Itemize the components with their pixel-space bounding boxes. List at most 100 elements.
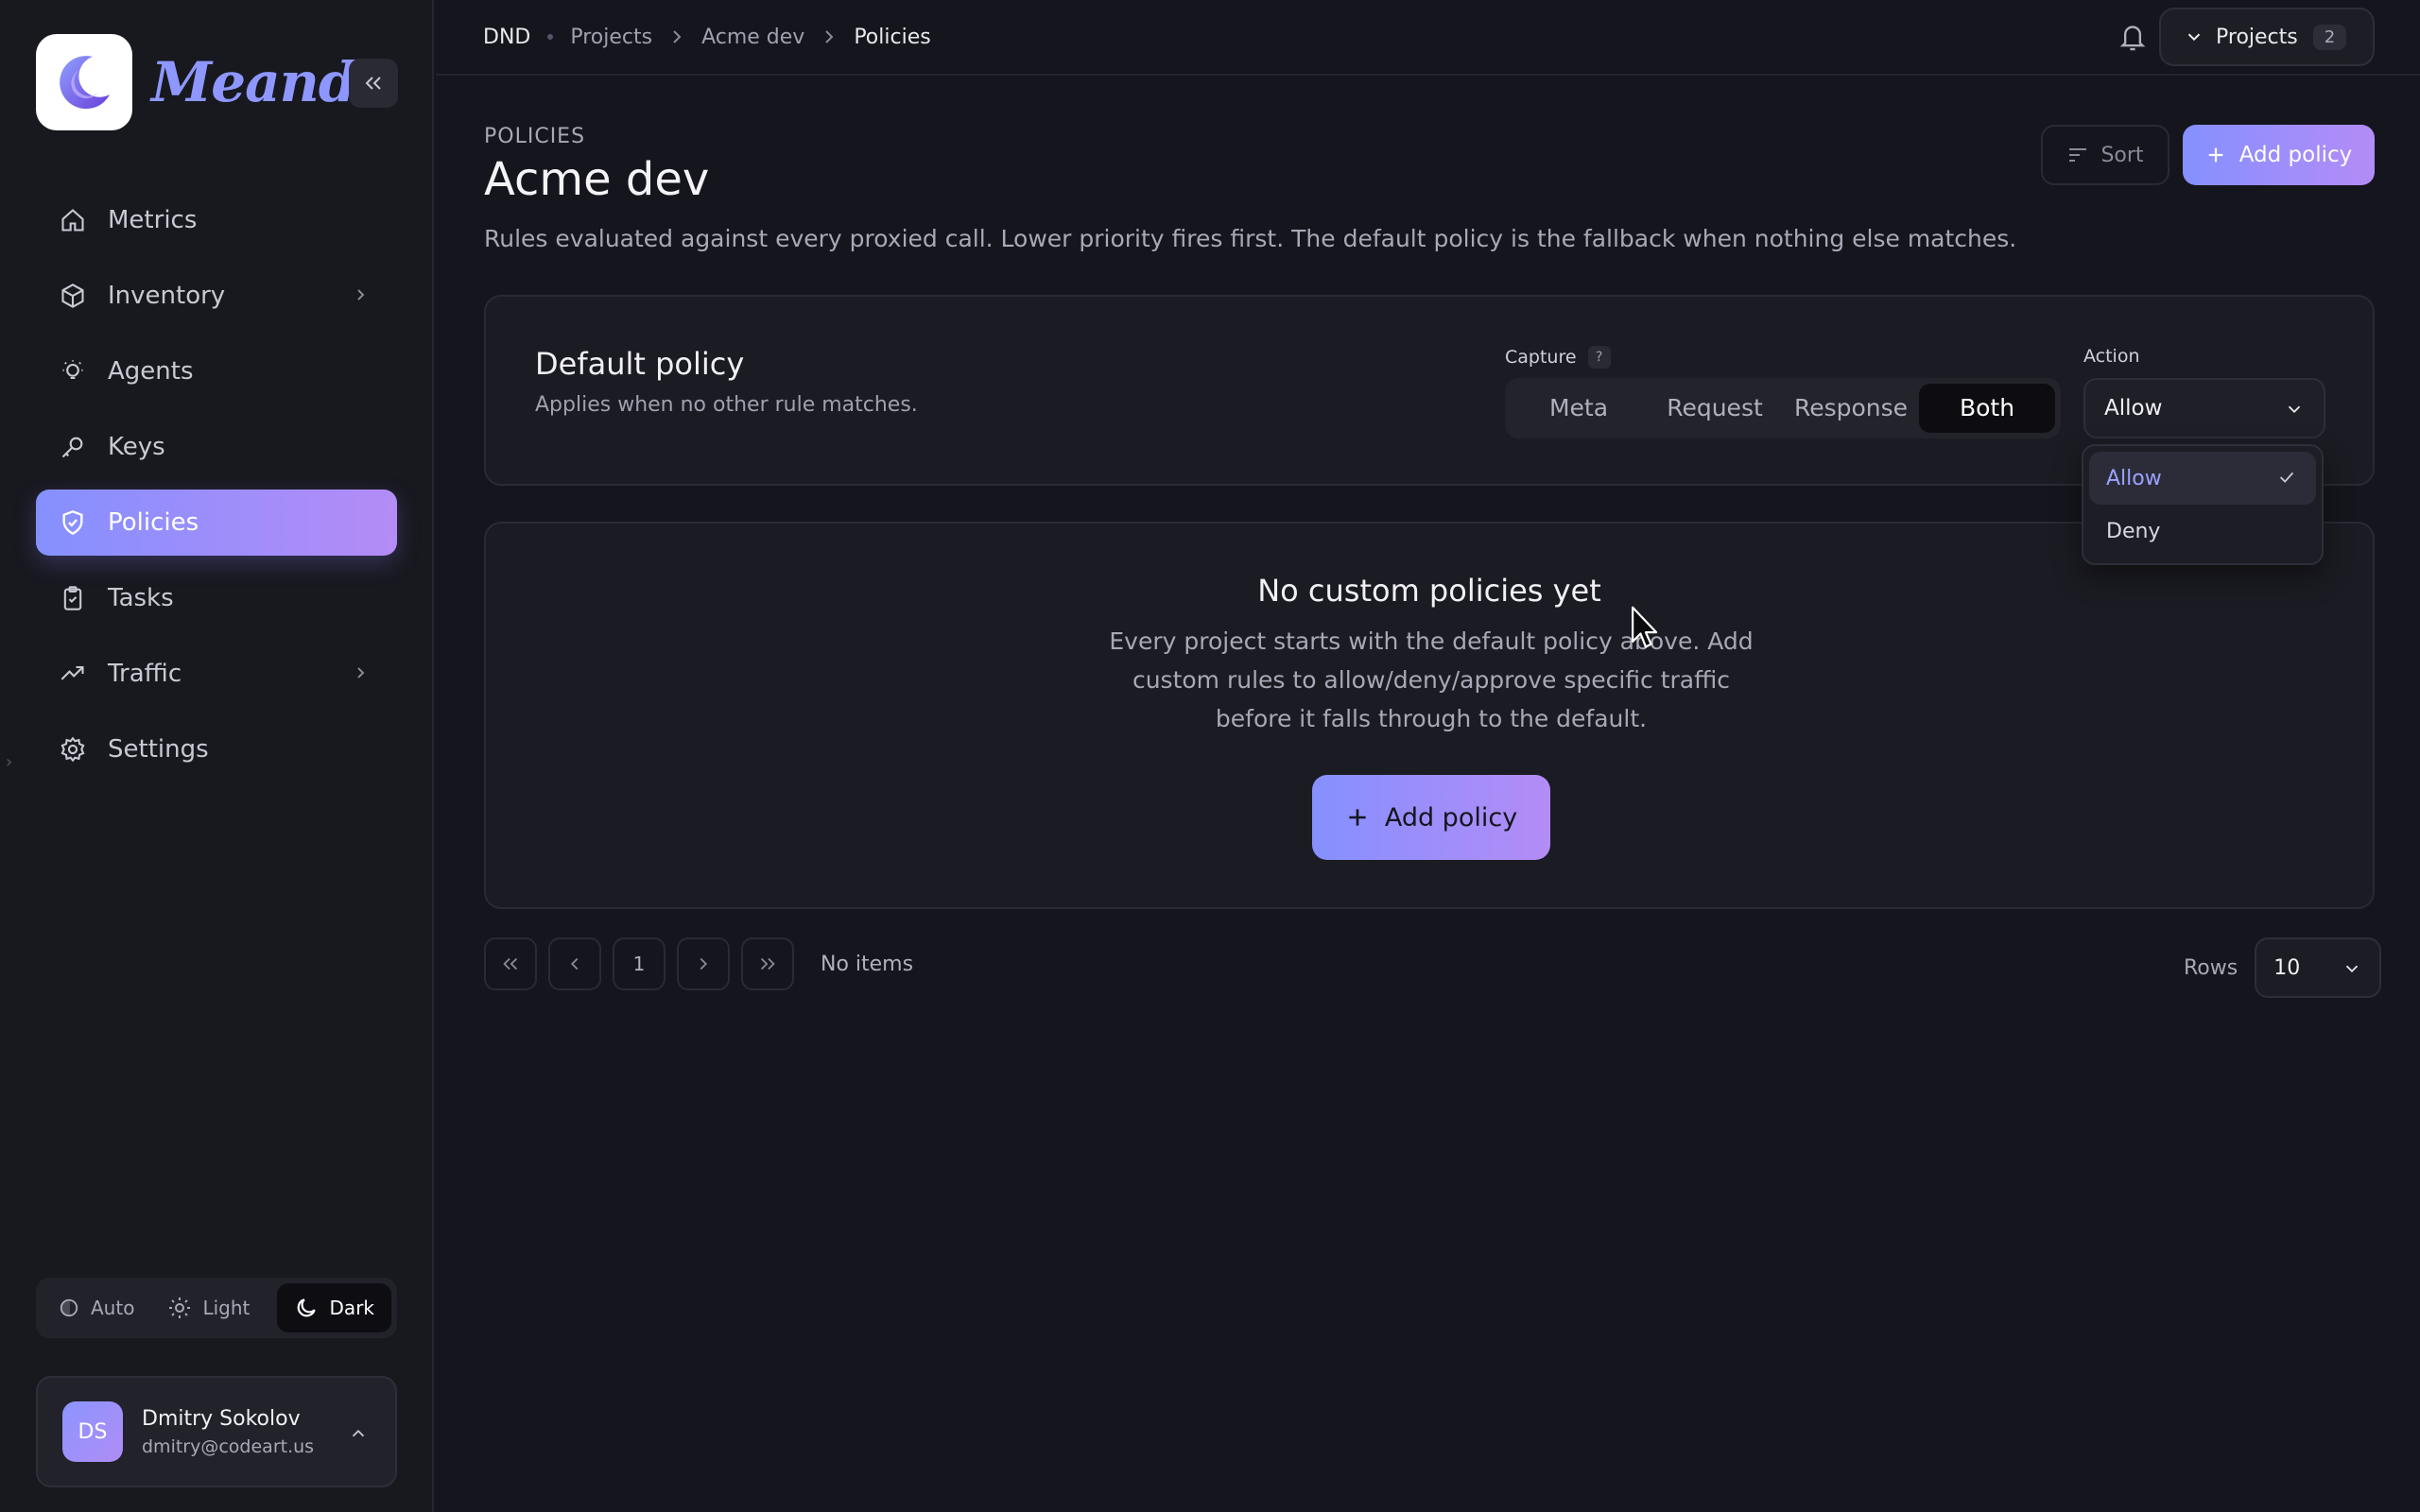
capture-label: Capture ? (1505, 346, 1611, 369)
bell-icon[interactable] (2118, 21, 2148, 57)
rows-per-page: Rows 10 (2184, 937, 2382, 998)
plus-icon (2208, 147, 2223, 163)
plus-icon (1349, 809, 1366, 826)
prev-page-button[interactable] (548, 937, 601, 990)
sidebar: Meandr Metrics Inventory Agents Keys Pol… (0, 0, 434, 1512)
user-name: Dmitry Sokolov (142, 1406, 301, 1431)
sidebar-item-metrics[interactable]: Metrics (36, 187, 397, 253)
page-title: Acme dev (484, 153, 710, 206)
page-description: Rules evaluated against every proxied ca… (484, 225, 2017, 252)
first-page-button[interactable] (484, 937, 537, 990)
sidebar-item-label: Inventory (108, 282, 226, 310)
capture-option-both[interactable]: Both (1919, 384, 2055, 433)
add-policy-label: Add policy (2238, 143, 2353, 167)
theme-switch: Auto Light Dark (36, 1278, 397, 1338)
page-number-button[interactable]: 1 (613, 937, 666, 990)
action-option-allow[interactable]: Allow (2089, 452, 2316, 505)
chevron-left-icon (570, 957, 579, 971)
sort-label: Sort (2100, 143, 2144, 167)
brand[interactable]: Meandr (36, 34, 385, 130)
add-policy-empty-button[interactable]: Add policy (1312, 775, 1550, 860)
pagination: 1 No items (484, 937, 913, 990)
theme-auto-label: Auto (91, 1297, 135, 1319)
breadcrumb: DND Projects Acme dev Policies (483, 26, 931, 49)
breadcrumb-policies: Policies (854, 25, 931, 49)
double-chevron-left-icon (503, 957, 518, 971)
sidebar-item-inventory[interactable]: Inventory (36, 263, 397, 329)
sidebar-item-agents[interactable]: Agents (36, 338, 397, 404)
projects-button-label: Projects (2216, 25, 2298, 49)
sort-button[interactable]: Sort (2041, 125, 2169, 185)
home-icon (59, 206, 87, 234)
key-icon (59, 433, 87, 461)
sort-icon (2069, 148, 2087, 162)
action-option-allow-label: Allow (2106, 466, 2162, 490)
gear-icon (59, 735, 87, 764)
action-option-deny[interactable]: Deny (2089, 505, 2316, 558)
topbar: DND Projects Acme dev Policies Projects … (436, 0, 2420, 76)
clipboard-check-icon (59, 584, 87, 612)
mouse-cursor-icon (1630, 605, 1662, 656)
chevron-right-icon: › (6, 752, 13, 772)
theme-auto-option[interactable]: Auto (42, 1283, 151, 1332)
theme-dark-label: Dark (329, 1297, 374, 1319)
double-chevron-right-icon (760, 957, 775, 971)
user-email: dmitry@codeart.us (142, 1435, 315, 1457)
double-chevron-left-icon (365, 77, 381, 90)
action-dropdown-menu: Allow Deny (2082, 444, 2324, 565)
add-policy-empty-label: Add policy (1384, 802, 1518, 833)
sidebar-item-policies[interactable]: Policies (36, 490, 397, 556)
sidebar-item-label: Settings (108, 735, 209, 764)
sidebar-nav: Metrics Inventory Agents Keys Policies T… (36, 187, 397, 792)
rows-per-page-select[interactable]: 10 (2255, 937, 2382, 998)
collapse-sidebar-button[interactable] (349, 59, 398, 108)
empty-state-title: No custom policies yet (1257, 573, 1601, 609)
default-policy-subtitle: Applies when no other rule matches. (535, 393, 918, 417)
breadcrumb-projects[interactable]: Projects (570, 26, 652, 49)
chevron-down-icon (2187, 33, 2201, 42)
page-eyebrow: POLICIES (484, 125, 586, 148)
capture-segmented-control: Meta Request Response Both (1505, 378, 2061, 438)
action-select-value: Allow (2104, 396, 2163, 421)
projects-button[interactable]: Projects 2 (2159, 8, 2375, 66)
sidebar-item-label: Traffic (108, 660, 182, 688)
next-page-button[interactable] (677, 937, 730, 990)
breadcrumb-acme-dev[interactable]: Acme dev (701, 26, 804, 49)
sidebar-item-tasks[interactable]: Tasks (36, 565, 397, 631)
help-icon[interactable]: ? (1587, 346, 1611, 369)
chevron-right-icon (352, 662, 371, 691)
breadcrumb-dnd[interactable]: DND (483, 26, 530, 49)
sidebar-item-label: Policies (108, 508, 199, 537)
sidebar-item-label: Keys (108, 433, 165, 461)
chevron-right-icon (352, 284, 371, 313)
moon-icon (297, 1298, 316, 1317)
trend-icon (59, 660, 87, 688)
sidebar-item-settings[interactable]: Settings (36, 716, 397, 782)
chevron-down-icon (2342, 958, 2362, 985)
last-page-button[interactable] (741, 937, 794, 990)
half-circle-icon (60, 1298, 78, 1317)
box-icon (59, 282, 87, 310)
rows-select-value: 10 (2273, 955, 2301, 980)
theme-light-option[interactable]: Light (151, 1283, 267, 1332)
capture-option-meta[interactable]: Meta (1511, 384, 1647, 433)
default-policy-title: Default policy (535, 346, 745, 382)
action-select[interactable]: Allow (2083, 378, 2325, 438)
capture-option-request[interactable]: Request (1647, 384, 1783, 433)
sidebar-item-label: Metrics (108, 206, 198, 234)
user-menu[interactable]: DS Dmitry Sokolov dmitry@codeart.us (36, 1376, 397, 1487)
action-label: Action (2083, 346, 2140, 367)
sidebar-item-label: Agents (108, 357, 194, 386)
sidebar-item-label: Tasks (108, 584, 174, 612)
sidebar-item-keys[interactable]: Keys (36, 414, 397, 480)
theme-dark-option[interactable]: Dark (276, 1283, 391, 1332)
chevron-right-icon (669, 27, 684, 46)
add-policy-button[interactable]: Add policy (2183, 125, 2375, 185)
sidebar-item-traffic[interactable]: Traffic (36, 641, 397, 707)
avatar: DS (62, 1401, 123, 1462)
check-icon (2276, 467, 2297, 493)
empty-state-text: Every project starts with the default po… (1109, 627, 1754, 732)
shield-check-icon (59, 508, 87, 537)
chevron-right-icon (821, 27, 837, 46)
capture-option-response[interactable]: Response (1783, 384, 1919, 433)
